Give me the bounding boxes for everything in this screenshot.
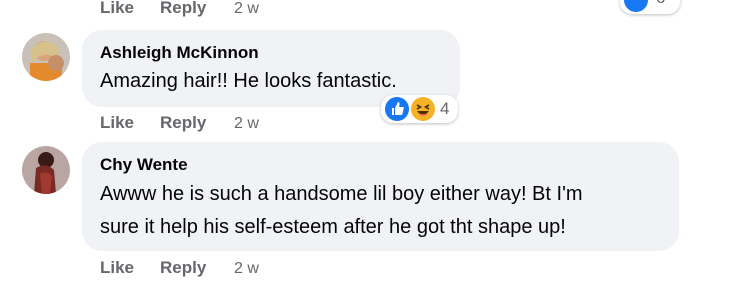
reaction-count: 6 xyxy=(656,0,665,8)
comment-author[interactable]: Ashleigh McKinnon xyxy=(100,43,259,63)
comment-bubble: Chy Wente Awww he is such a handsome lil… xyxy=(82,142,679,251)
reply-link[interactable]: Reply xyxy=(160,113,234,133)
like-link[interactable]: Like xyxy=(100,258,160,278)
comment-text-line: Awww he is such a handsome lil boy eithe… xyxy=(100,183,583,205)
haha-icon xyxy=(411,97,435,121)
comment-actions: Like Reply 2 w xyxy=(100,258,259,278)
comment-author[interactable]: Chy Wente xyxy=(100,155,188,175)
like-link[interactable]: Like xyxy=(100,113,160,133)
timestamp-link[interactable]: 2 w xyxy=(234,115,259,133)
comment-actions-previous: Like Reply 2 w xyxy=(100,0,259,18)
comment-text: Amazing hair!! He looks fantastic. xyxy=(100,70,397,92)
timestamp-link[interactable]: 2 w xyxy=(234,0,259,18)
like-icon xyxy=(385,97,409,121)
reply-link[interactable]: Reply xyxy=(160,0,234,18)
comment-actions: Like Reply 2 w xyxy=(100,113,259,133)
avatar[interactable] xyxy=(22,33,70,81)
like-link[interactable]: Like xyxy=(100,0,160,18)
reaction-count: 4 xyxy=(440,99,450,118)
like-icon xyxy=(624,0,648,12)
comment-text-line: sure it help his self-esteem after he go… xyxy=(100,216,566,238)
reaction-summary-previous[interactable]: 6 xyxy=(620,0,680,14)
reaction-summary[interactable]: 4 xyxy=(381,95,458,123)
avatar[interactable] xyxy=(22,146,70,194)
timestamp-link[interactable]: 2 w xyxy=(234,260,259,278)
reply-link[interactable]: Reply xyxy=(160,258,234,278)
